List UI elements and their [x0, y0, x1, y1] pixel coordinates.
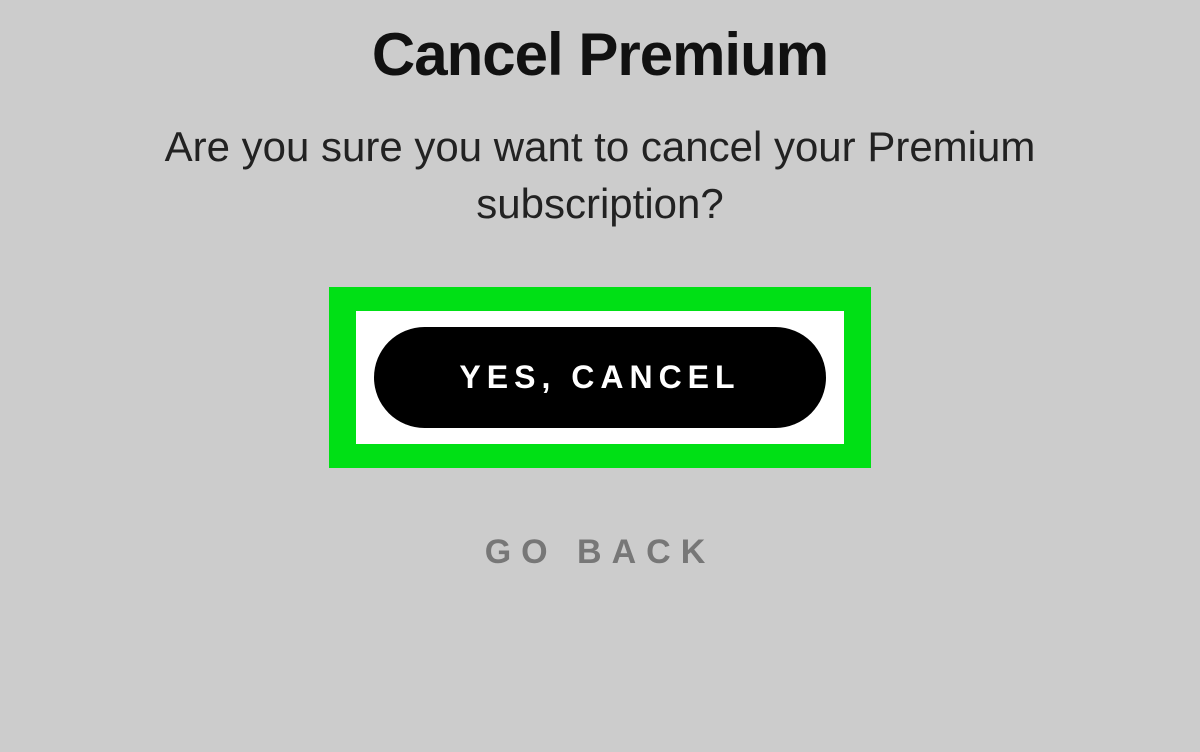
confirmation-message: Are you sure you want to cancel your Pre…: [75, 119, 1125, 232]
page-title: Cancel Premium: [372, 20, 828, 89]
highlight-inner: YES, CANCEL: [356, 311, 843, 444]
confirm-cancel-button[interactable]: YES, CANCEL: [374, 327, 825, 428]
highlight-annotation: YES, CANCEL: [329, 287, 870, 468]
go-back-button[interactable]: GO BACK: [485, 533, 716, 572]
